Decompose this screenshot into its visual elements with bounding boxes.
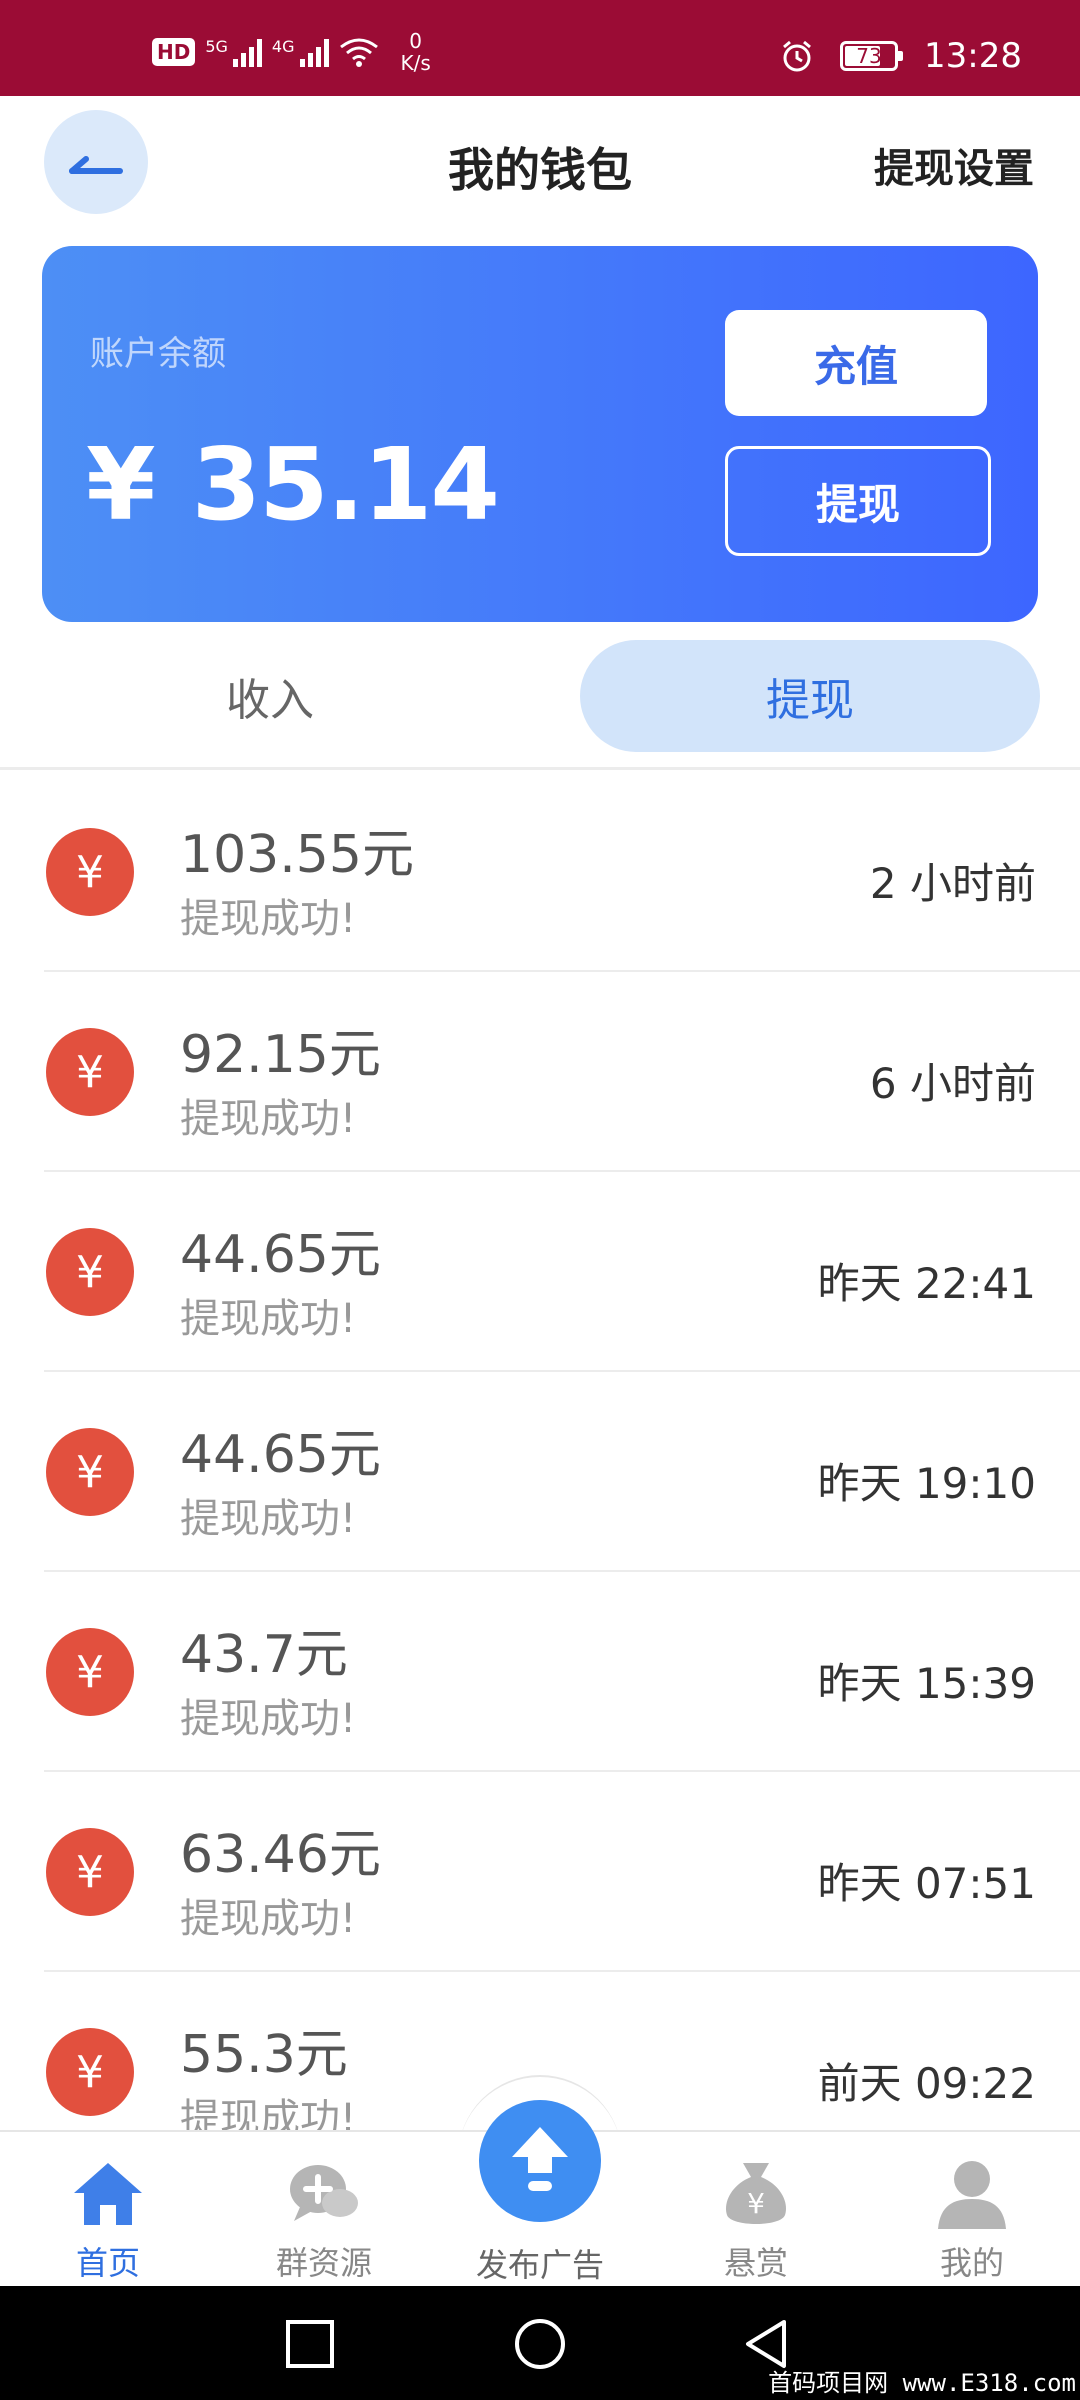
- battery-level: 73: [856, 44, 882, 68]
- tab-income[interactable]: 收入: [40, 640, 500, 752]
- record-time: 昨天 22:41: [817, 1259, 1036, 1308]
- nav-reward-label: 悬赏: [723, 2244, 788, 2282]
- upload-arrow-icon: [512, 2127, 568, 2191]
- home-icon: [74, 2163, 142, 2225]
- net2-label: 4G: [271, 37, 295, 56]
- record-amount: 43.7元: [180, 1625, 348, 1685]
- record-time: 2 小时前: [869, 859, 1036, 908]
- yuan-icon: ¥: [46, 2028, 134, 2116]
- record-status: 提现成功!: [180, 1896, 357, 1942]
- record-time: 昨天 15:39: [817, 1659, 1036, 1708]
- record-amount: 63.46元: [180, 1825, 381, 1885]
- list-item[interactable]: ¥ 43.7元 提现成功! 昨天 15:39: [44, 1572, 1080, 1772]
- yuan-icon: ¥: [46, 1028, 134, 1116]
- list-item[interactable]: ¥ 63.46元 提现成功! 昨天 07:51: [44, 1772, 1080, 1972]
- nav-home-label: 首页: [75, 2244, 140, 2282]
- record-time: 前天 09:22: [817, 2059, 1036, 2108]
- header: 我的钱包 提现设置: [0, 96, 1080, 246]
- record-status: 提现成功!: [180, 1496, 357, 1542]
- balance-amount: ¥35.14: [86, 426, 500, 543]
- withdraw-settings-link[interactable]: 提现设置: [874, 136, 1034, 194]
- tab-bar: 收入 提现: [0, 640, 1080, 770]
- list-item[interactable]: ¥ 92.15元 提现成功! 6 小时前: [44, 972, 1080, 1172]
- record-time: 昨天 07:51: [817, 1859, 1036, 1908]
- network-speed: 0 K/s: [401, 30, 431, 74]
- home-circle-icon[interactable]: [512, 2316, 568, 2372]
- record-amount: 44.65元: [180, 1225, 381, 1285]
- hd-badge: HD: [152, 38, 196, 66]
- signal-4g-icon: 4G: [272, 37, 329, 67]
- record-status: 提现成功!: [180, 1096, 357, 1142]
- money-bag-icon: ¥: [726, 2163, 786, 2224]
- yuan-icon: ¥: [46, 1628, 134, 1716]
- yuan-icon: ¥: [46, 1828, 134, 1916]
- record-amount: 103.55元: [180, 825, 414, 885]
- nav-home[interactable]: 首页: [18, 2132, 198, 2288]
- nav-reward[interactable]: ¥ 悬赏: [666, 2132, 846, 2288]
- status-right: 73 13:28: [780, 36, 1022, 76]
- status-left: HD 5G 4G 0 K/s: [152, 30, 431, 74]
- withdraw-record-list: ¥ 103.55元 提现成功! 2 小时前 ¥ 92.15元 提现成功! 6 小…: [0, 772, 1080, 2172]
- wifi-icon: [339, 38, 378, 67]
- record-amount: 55.3元: [180, 2025, 348, 2085]
- publish-ad-button[interactable]: [479, 2100, 601, 2222]
- record-time: 6 小时前: [869, 1059, 1036, 1108]
- nav-mine[interactable]: 我的: [882, 2132, 1062, 2288]
- withdraw-button[interactable]: 提现: [725, 446, 991, 556]
- group-chat-icon: [290, 2165, 358, 2221]
- signal-5g-icon: 5G: [205, 37, 262, 67]
- record-time: 昨天 19:10: [817, 1459, 1036, 1508]
- svg-text:¥: ¥: [747, 2187, 765, 2220]
- alarm-icon: [783, 40, 811, 72]
- recent-apps-icon[interactable]: [282, 2316, 338, 2372]
- speed-value: 0: [409, 29, 422, 53]
- system-nav-bar: 首码项目网 www.E318.com: [0, 2286, 1080, 2400]
- nav-group-label: 群资源: [275, 2244, 372, 2282]
- speed-unit: K/s: [400, 51, 431, 75]
- record-amount: 92.15元: [180, 1025, 381, 1085]
- battery-icon: 73: [840, 41, 904, 71]
- record-amount: 44.65元: [180, 1425, 381, 1485]
- watermark: 首码项目网 www.E318.com: [768, 2369, 1076, 2397]
- nav-group-resources[interactable]: 群资源: [234, 2132, 414, 2288]
- balance-value: 35.14: [191, 426, 500, 543]
- recharge-button[interactable]: 充值: [725, 310, 987, 416]
- user-icon: [938, 2161, 1006, 2229]
- yuan-icon: ¥: [46, 828, 134, 916]
- list-item[interactable]: ¥ 44.65元 提现成功! 昨天 22:41: [44, 1172, 1080, 1372]
- record-status: 提现成功!: [180, 1296, 357, 1342]
- yuan-icon: ¥: [46, 1228, 134, 1316]
- record-status: 提现成功!: [180, 1696, 357, 1742]
- list-item[interactable]: ¥ 44.65元 提现成功! 昨天 19:10: [44, 1372, 1080, 1572]
- clock: 13:28: [924, 36, 1022, 76]
- currency-symbol: ¥: [86, 426, 156, 543]
- balance-card: 账户余额 ¥35.14 充值 提现: [42, 246, 1038, 622]
- nav-publish-label: 发布广告: [475, 2246, 604, 2284]
- status-bar: HD 5G 4G 0 K/s 73 13:28: [0, 0, 1080, 96]
- nav-mine-label: 我的: [939, 2244, 1004, 2282]
- record-status: 提现成功!: [180, 896, 357, 942]
- tab-withdraw[interactable]: 提现: [580, 640, 1040, 752]
- net1-label: 5G: [205, 37, 228, 56]
- balance-label: 账户余额: [90, 334, 226, 374]
- list-item[interactable]: ¥ 103.55元 提现成功! 2 小时前: [44, 772, 1080, 972]
- yuan-icon: ¥: [46, 1428, 134, 1516]
